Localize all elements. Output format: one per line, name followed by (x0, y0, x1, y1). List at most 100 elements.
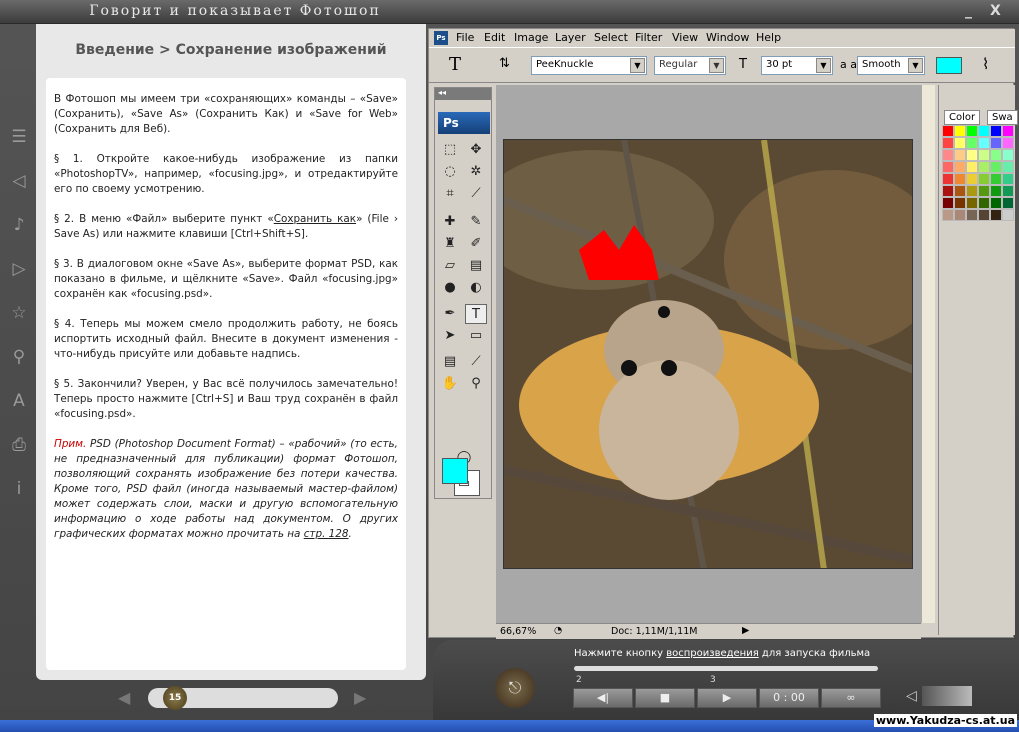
swatch[interactable] (1002, 125, 1014, 137)
search-icon[interactable]: ⚲ (8, 346, 30, 368)
swatch[interactable] (966, 137, 978, 149)
swatch[interactable] (1002, 137, 1014, 149)
play-small-icon[interactable]: ▶ (742, 625, 749, 636)
eraser-icon[interactable]: ▱ (439, 256, 461, 276)
forward-icon[interactable]: ▷ (8, 258, 30, 280)
type-tool-icon[interactable]: T (449, 54, 461, 75)
swatch[interactable] (942, 209, 954, 221)
swatch[interactable] (942, 197, 954, 209)
swatch[interactable] (978, 197, 990, 209)
dodge-icon[interactable]: ◐ (465, 278, 487, 298)
swatch[interactable] (966, 125, 978, 137)
swatch[interactable] (990, 137, 1002, 149)
swatch[interactable] (942, 149, 954, 161)
minimize-button[interactable]: _ (965, 3, 972, 19)
swatch[interactable] (978, 137, 990, 149)
path-select-icon[interactable]: ➤ (439, 326, 461, 346)
vertical-scrollbar[interactable] (921, 85, 935, 623)
contents-icon[interactable]: ☰ (8, 126, 30, 148)
swatch[interactable] (978, 161, 990, 173)
swatch[interactable] (1002, 173, 1014, 185)
tab-swatches[interactable]: Swa (987, 110, 1018, 125)
swatch[interactable] (954, 137, 966, 149)
swatch[interactable] (990, 197, 1002, 209)
swatch[interactable] (978, 125, 990, 137)
font-family-select[interactable]: PeeKnuckle ▼ (531, 56, 647, 75)
swatch[interactable] (966, 209, 978, 221)
next-page-icon[interactable]: ▶ (354, 688, 366, 707)
font-size-select[interactable]: 30 pt ▼ (761, 56, 833, 75)
crop-icon[interactable]: ⌗ (439, 184, 461, 204)
swatch[interactable] (954, 125, 966, 137)
menu-view[interactable]: View (672, 31, 698, 44)
swatch[interactable] (966, 161, 978, 173)
menu-filter[interactable]: Filter (635, 31, 662, 44)
zoom-icon[interactable]: ⚲ (465, 374, 487, 394)
swatch[interactable] (990, 149, 1002, 161)
swatch[interactable] (966, 185, 978, 197)
swatch[interactable] (966, 149, 978, 161)
audio-icon[interactable]: ♪ (8, 214, 30, 236)
star-icon[interactable]: ☆ (8, 302, 30, 324)
text-orientation-icon[interactable]: ⇅ (499, 56, 510, 71)
page-slider[interactable]: 15 (148, 686, 338, 710)
print-icon[interactable]: ⎙ (8, 434, 30, 456)
hand-icon[interactable]: ✋ (439, 374, 461, 394)
swatch[interactable] (954, 149, 966, 161)
marquee-icon[interactable]: ⬚ (439, 140, 461, 160)
back-icon[interactable]: ◁ (8, 170, 30, 192)
menu-file[interactable]: File (456, 31, 474, 44)
swatch[interactable] (942, 173, 954, 185)
lasso-icon[interactable]: ◌ (439, 162, 461, 182)
zoom-level[interactable]: 66,67% (500, 626, 536, 637)
exit-button[interactable]: ⎋ (495, 668, 535, 708)
swatch[interactable] (990, 161, 1002, 173)
swatch[interactable] (990, 209, 1002, 221)
menu-help[interactable]: Help (756, 31, 781, 44)
play-button[interactable]: ▶ (697, 688, 757, 708)
menu-window[interactable]: Window (706, 31, 749, 44)
swatch[interactable] (954, 185, 966, 197)
swatch[interactable] (942, 161, 954, 173)
page-knob[interactable]: 15 (163, 686, 187, 710)
pen-icon[interactable]: ✒ (439, 304, 461, 324)
swatch[interactable] (990, 185, 1002, 197)
text-color-swatch[interactable] (936, 57, 962, 74)
swatch[interactable] (1002, 209, 1014, 221)
blur-icon[interactable]: ● (439, 278, 461, 298)
volume-slider[interactable] (922, 686, 972, 706)
healing-icon[interactable]: ✚ (439, 212, 461, 232)
shape-icon[interactable]: ▭ (465, 326, 487, 346)
play-link[interactable]: воспроизведения (666, 648, 759, 659)
swatch[interactable] (942, 137, 954, 149)
swatch[interactable] (990, 125, 1002, 137)
swatch[interactable] (966, 197, 978, 209)
menu-edit[interactable]: Edit (484, 31, 505, 44)
swatch[interactable] (954, 161, 966, 173)
warp-text-icon[interactable]: ⌇ (982, 55, 989, 73)
swatch[interactable] (954, 173, 966, 185)
gradient-icon[interactable]: ▤ (465, 256, 487, 276)
slice-icon[interactable]: ⟋ (465, 184, 487, 204)
prev-page-icon[interactable]: ◀ (118, 688, 130, 707)
page-link[interactable]: стр. 128 (304, 528, 349, 540)
swatch[interactable] (1002, 161, 1014, 173)
swatch[interactable] (942, 125, 954, 137)
notes-icon[interactable]: ▤ (439, 352, 461, 372)
info-icon[interactable]: i (8, 478, 30, 500)
close-button[interactable]: X (990, 3, 1001, 19)
swatch[interactable] (978, 149, 990, 161)
type-icon[interactable]: T (465, 304, 487, 324)
swatch[interactable] (1002, 185, 1014, 197)
foreground-color[interactable] (442, 458, 468, 484)
menu-layer[interactable]: Layer (555, 31, 586, 44)
rewind-button[interactable]: ◀| (573, 688, 633, 708)
loop-button[interactable]: ∞ (821, 688, 881, 708)
swatch[interactable] (966, 173, 978, 185)
status-icon[interactable]: ◔ (554, 625, 562, 636)
font-style-select[interactable]: Regular ▼ (654, 56, 726, 75)
swatch[interactable] (990, 173, 1002, 185)
antialias-select[interactable]: Smooth ▼ (857, 56, 925, 75)
swatch[interactable] (942, 185, 954, 197)
eyedropper-icon[interactable]: ⟋ (465, 352, 487, 372)
